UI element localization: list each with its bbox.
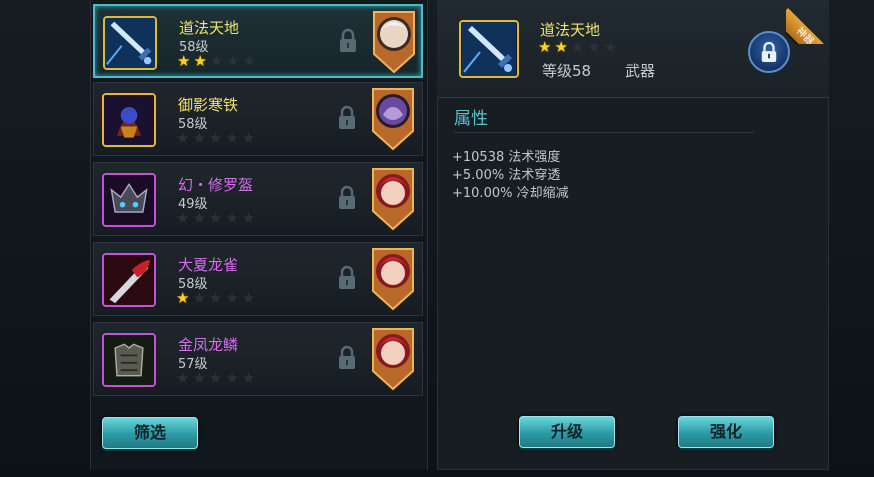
- star-icon: ★: [225, 369, 239, 387]
- item-name: 御影寒铁: [178, 96, 239, 114]
- hero-avatar-icon: [369, 85, 417, 153]
- equipment-item-1[interactable]: 道法天地 58级 ★ ★ ★ ★ ★: [93, 4, 423, 78]
- star-icon: ★: [176, 369, 190, 387]
- item-stars: ★ ★ ★ ★ ★: [176, 290, 255, 306]
- item-stars: ★ ★ ★ ★ ★: [177, 53, 256, 69]
- item-name: 金凤龙鳞: [178, 336, 239, 354]
- sword-icon: [103, 16, 157, 70]
- item-stars: ★ ★ ★ ★ ★: [176, 210, 255, 226]
- star-icon: ★: [208, 369, 223, 387]
- star-icon: ★: [225, 209, 239, 227]
- detail-level: 等级58: [542, 62, 592, 80]
- hero-avatar-icon: [369, 165, 417, 233]
- attributes-heading: 属性: [454, 109, 488, 129]
- star-icon: ★: [192, 129, 206, 147]
- equipment-item-2[interactable]: 御影寒铁 58级 ★ ★ ★ ★ ★: [93, 82, 423, 156]
- item-stars: ★ ★ ★ ★ ★: [176, 130, 255, 146]
- enhance-button[interactable]: 强化: [678, 416, 774, 448]
- attribute-line: +10538 法术强度: [452, 150, 561, 165]
- hero-avatar-icon: [369, 325, 417, 393]
- star-icon: ★: [177, 52, 191, 70]
- glaive-icon: [102, 253, 156, 307]
- star-icon: ★: [603, 38, 618, 56]
- star-icon: ★: [193, 52, 207, 70]
- star-icon: ★: [226, 52, 240, 70]
- attribute-line: +10.00% 冷却缩减: [452, 186, 569, 201]
- detail-stars: ★ ★ ★ ★ ★: [538, 39, 617, 55]
- equipment-item-5[interactable]: 金凤龙鳞 57级 ★ ★ ★ ★ ★: [93, 322, 423, 396]
- hero-avatar-icon: [369, 245, 417, 313]
- star-icon: ★: [241, 369, 256, 387]
- star-icon: ★: [225, 129, 239, 147]
- star-icon: ★: [209, 52, 224, 70]
- item-stars: ★ ★ ★ ★ ★: [176, 370, 255, 386]
- star-icon: ★: [241, 289, 256, 307]
- lock-icon[interactable]: [338, 28, 358, 54]
- helmet-icon: [102, 173, 156, 227]
- star-icon: ★: [176, 289, 190, 307]
- lock-toggle-button[interactable]: [748, 31, 790, 73]
- star-icon: ★: [587, 38, 601, 56]
- equipment-item-3[interactable]: 幻・修罗盔 49级 ★ ★ ★ ★ ★: [93, 162, 423, 236]
- attribute-line: +5.00% 法术穿透: [452, 168, 561, 183]
- item-name: 大夏龙雀: [178, 256, 239, 274]
- armor-icon: [102, 333, 156, 387]
- lock-icon[interactable]: [337, 345, 357, 371]
- star-icon: ★: [570, 38, 585, 56]
- item-name: 幻・修罗盔: [178, 176, 254, 194]
- star-icon: ★: [192, 209, 206, 227]
- star-icon: ★: [554, 38, 568, 56]
- item-name: 道法天地: [179, 19, 240, 37]
- star-icon: ★: [241, 129, 256, 147]
- artifact-ribbon-badge: 神器: [786, 0, 830, 44]
- upgrade-button[interactable]: 升级: [519, 416, 615, 448]
- star-icon: ★: [208, 129, 223, 147]
- lock-icon[interactable]: [337, 265, 357, 291]
- detail-item-name: 道法天地: [540, 21, 601, 39]
- sword-icon: [459, 20, 519, 78]
- star-icon: ★: [176, 129, 190, 147]
- ribbon-label: 神器: [786, 8, 830, 44]
- equipment-item-4[interactable]: 大夏龙雀 58级 ★ ★ ★ ★ ★: [93, 242, 423, 316]
- star-icon: ★: [208, 289, 223, 307]
- detail-type: 武器: [625, 62, 656, 80]
- star-icon: ★: [225, 289, 239, 307]
- star-icon: ★: [192, 289, 206, 307]
- lock-icon[interactable]: [337, 185, 357, 211]
- star-icon: ★: [241, 209, 256, 227]
- star-icon: ★: [192, 369, 206, 387]
- star-icon: ★: [242, 52, 257, 70]
- star-icon: ★: [208, 209, 223, 227]
- lock-icon[interactable]: [337, 105, 357, 131]
- dark-armor-icon: [102, 93, 156, 147]
- hero-avatar-icon: [370, 8, 418, 76]
- star-icon: ★: [176, 209, 190, 227]
- divider: [454, 132, 754, 133]
- filter-button[interactable]: 筛选: [102, 417, 198, 449]
- star-icon: ★: [538, 38, 552, 56]
